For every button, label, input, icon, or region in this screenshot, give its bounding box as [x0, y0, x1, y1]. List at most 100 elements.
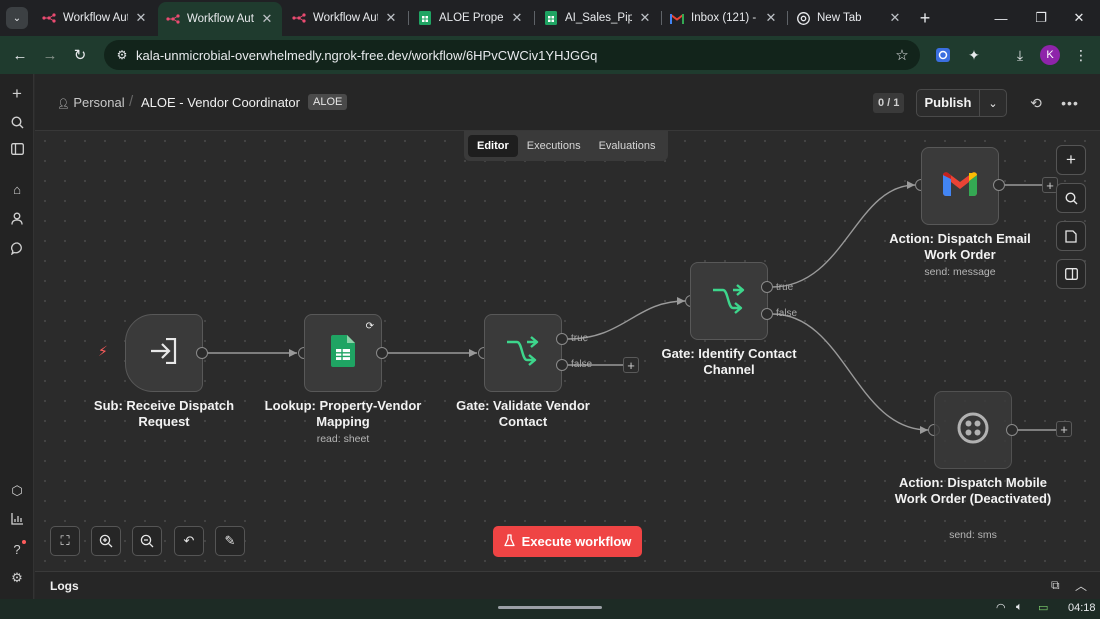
workflow-canvas[interactable]: Editor Executions Evaluations ⚡︎ Sub: Re…	[35, 131, 1100, 571]
battery-icon[interactable]: ▭	[1038, 601, 1048, 614]
settings-gear-icon[interactable]: ⚙	[5, 566, 29, 590]
node-dispatch-email-work-order[interactable]	[921, 147, 999, 225]
browser-tab-active[interactable]: Workflow Aut ✕	[158, 2, 282, 36]
refresh-icon[interactable]: ⟳	[366, 321, 374, 332]
insights-icon[interactable]	[5, 507, 29, 531]
add-node-panel-button[interactable]: +	[1056, 145, 1086, 175]
output-port[interactable]	[1006, 424, 1018, 436]
fit-view-icon[interactable]: ⛶	[50, 526, 80, 556]
node-identify-contact-channel[interactable]	[690, 262, 768, 340]
forward-icon[interactable]: →	[38, 43, 62, 67]
avatar[interactable]: K	[1040, 45, 1060, 65]
tab-search-button[interactable]: ⌄	[6, 7, 28, 29]
site-settings-icon[interactable]: ⚙	[108, 48, 136, 62]
node-title: Gate: Validate Vendor Contact	[456, 398, 590, 429]
new-tab-button[interactable]: +	[914, 7, 936, 29]
user-icon[interactable]	[5, 206, 29, 230]
breadcrumb-separator: /	[129, 93, 134, 110]
node-title: Gate: Identify Contact Channel	[661, 346, 797, 377]
clock[interactable]: 04:18	[1068, 602, 1096, 614]
close-icon[interactable]: ✕	[638, 10, 652, 26]
chevron-down-icon[interactable]: ⌄	[980, 97, 1006, 110]
browser-tab[interactable]: ALOE Property ✕	[410, 4, 532, 32]
node-subtitle: send: message	[924, 266, 996, 278]
close-icon[interactable]: ✕	[384, 10, 398, 26]
url-text: kala-unmicrobial-overwhelmedly.ngrok-fre…	[136, 47, 598, 63]
browser-menu-icon[interactable]: ⋮	[1070, 44, 1092, 66]
extensions-puzzle-icon[interactable]: ✦	[963, 44, 985, 66]
node-validate-vendor-contact[interactable]	[484, 314, 562, 392]
wifi-icon[interactable]: ◠	[996, 601, 1006, 614]
minimize-icon[interactable]: —	[989, 6, 1013, 30]
volume-icon[interactable]: 🔈︎	[1016, 601, 1023, 614]
logs-title: Logs	[50, 579, 79, 593]
browser-tab[interactable]: Workflow Aut ✕	[34, 4, 156, 32]
chevron-up-icon[interactable]: ︿	[1075, 577, 1087, 594]
browser-tab[interactable]: Inbox (121) - ✕	[662, 4, 786, 32]
close-icon[interactable]: ✕	[260, 11, 274, 27]
output-port-false[interactable]	[556, 359, 568, 371]
sticky-note-icon[interactable]	[1056, 221, 1086, 251]
workflow-tag[interactable]: ALOE	[308, 94, 348, 110]
tab-title: Workflow Aut	[313, 12, 378, 24]
execute-workflow-button[interactable]: Execute workflow	[493, 526, 642, 557]
tab-executions[interactable]: Executions	[518, 135, 590, 157]
close-icon[interactable]: ✕	[134, 10, 148, 26]
close-icon[interactable]: ✕	[510, 10, 524, 26]
workflow-title[interactable]: ALOE - Vendor Coordinator	[141, 95, 300, 110]
bookmark-star-icon[interactable]: ☆	[888, 46, 916, 64]
add-node-button[interactable]: +	[623, 357, 639, 373]
zoom-in-icon[interactable]	[91, 526, 121, 556]
close-window-icon[interactable]: ✕	[1067, 6, 1091, 30]
home-icon[interactable]: ⌂	[5, 177, 29, 201]
extension-icon[interactable]	[932, 44, 954, 66]
tab-editor[interactable]: Editor	[468, 135, 518, 157]
pop-out-icon[interactable]: ⧉	[1051, 578, 1060, 593]
output-port[interactable]	[196, 347, 208, 359]
output-port[interactable]	[376, 347, 388, 359]
browser-tab[interactable]: AI_Sales_Pipel ✕	[536, 4, 660, 32]
output-port-false[interactable]	[761, 308, 773, 320]
zoom-out-icon[interactable]	[132, 526, 162, 556]
active-version-counter: 0 / 1	[873, 93, 905, 113]
chat-icon[interactable]	[5, 236, 29, 260]
toggle-panel-icon[interactable]	[1056, 259, 1086, 289]
logs-panel-bar[interactable]: Logs ⧉ ︿	[35, 571, 1100, 599]
download-icon[interactable]: ⤓	[1009, 44, 1031, 66]
templates-icon[interactable]: ⬡	[5, 479, 29, 503]
node-property-vendor-mapping[interactable]: ⟳	[304, 314, 382, 392]
search-icon[interactable]	[5, 110, 29, 134]
reload-icon[interactable]: ↻	[68, 43, 92, 67]
add-node-button[interactable]: +	[1056, 421, 1072, 437]
sheets-icon	[544, 11, 558, 25]
node-receive-dispatch-request[interactable]	[125, 314, 203, 392]
history-icon[interactable]: ⟲	[1025, 92, 1047, 114]
add-icon[interactable]: +	[5, 82, 29, 106]
back-icon[interactable]: ←	[8, 43, 32, 67]
restore-icon[interactable]: ❐	[1029, 6, 1053, 30]
search-icon[interactable]	[1056, 183, 1086, 213]
more-options-icon[interactable]: •••	[1059, 92, 1081, 114]
browser-tab[interactable]: Workflow Aut ✕	[284, 4, 406, 32]
undo-icon[interactable]: ↶	[174, 526, 204, 556]
output-port[interactable]	[993, 179, 1005, 191]
node-dispatch-mobile-work-order[interactable]	[934, 391, 1012, 469]
output-port-true[interactable]	[556, 333, 568, 345]
close-icon[interactable]: ✕	[888, 10, 902, 26]
publish-button[interactable]: Publish ⌄	[916, 89, 1007, 117]
toggle-sidebar-icon[interactable]	[5, 137, 29, 161]
help-icon[interactable]: ?	[5, 537, 29, 561]
tab-divider	[534, 11, 535, 25]
tab-evaluations[interactable]: Evaluations	[590, 135, 665, 157]
close-icon[interactable]: ✕	[764, 10, 778, 26]
tab-title: Inbox (121) -	[691, 12, 757, 24]
publish-label[interactable]: Publish	[917, 90, 980, 116]
browser-tab[interactable]: New Tab ✕	[788, 4, 910, 32]
breadcrumb-project[interactable]: 👤︎ Personal	[57, 95, 125, 110]
shelf-handle[interactable]	[498, 606, 602, 609]
output-port-true[interactable]	[761, 281, 773, 293]
sheets-icon	[331, 334, 355, 372]
address-bar[interactable]: ⚙ kala-unmicrobial-overwhelmedly.ngrok-f…	[104, 40, 920, 70]
twilio-icon	[957, 412, 989, 449]
tidy-up-icon[interactable]: ✎	[215, 526, 245, 556]
